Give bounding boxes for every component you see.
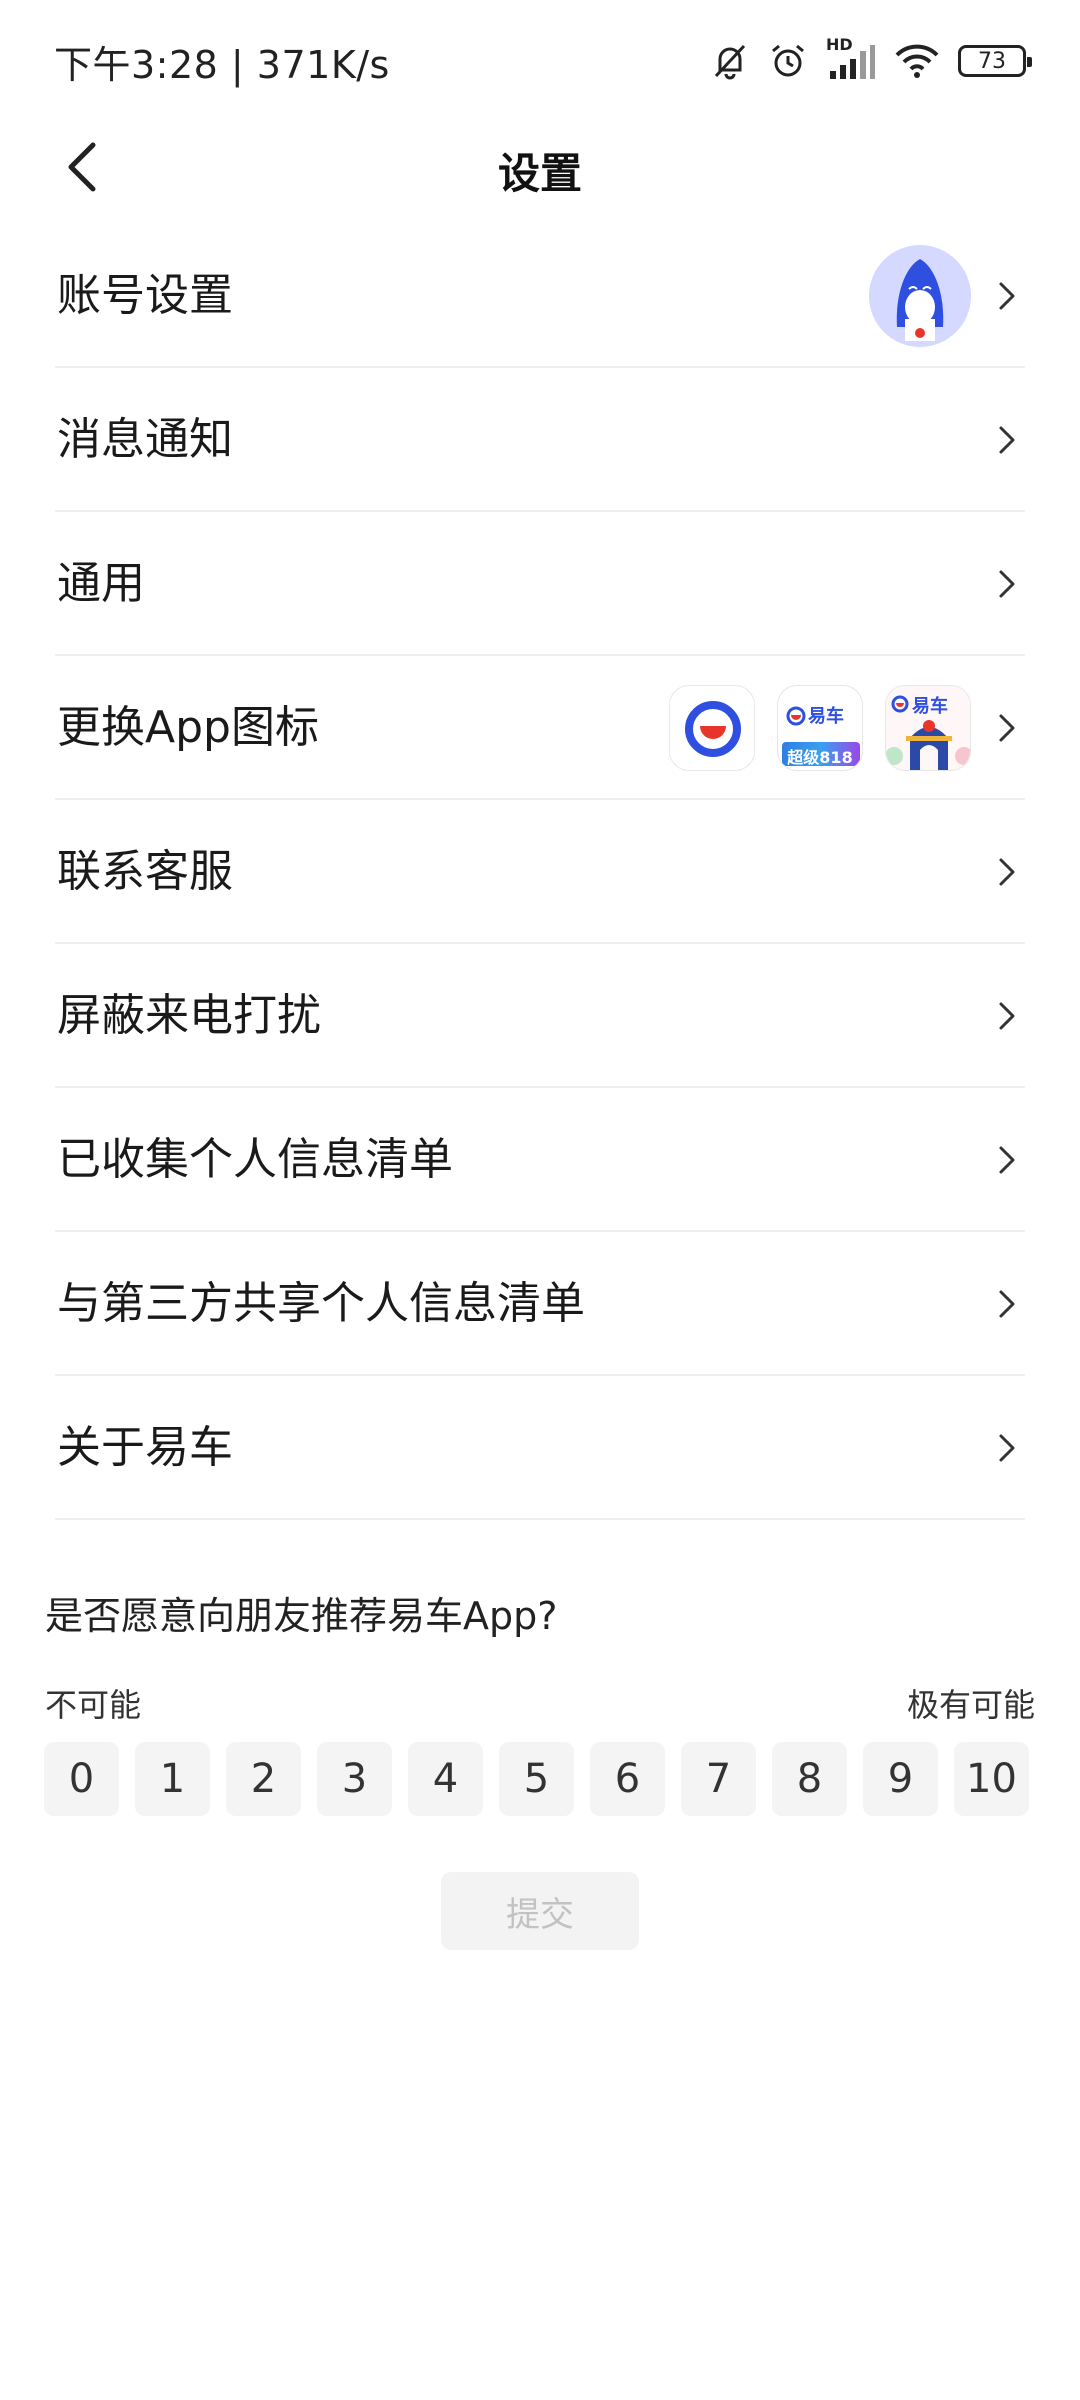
survey-question: 是否愿意向朋友推荐易车App? [45, 1594, 558, 1638]
status-icons: HD 73 [710, 35, 1032, 86]
score-button[interactable]: 2 [226, 1742, 301, 1816]
score-button[interactable]: 0 [44, 1742, 119, 1816]
app-icon-options: 易车 超级818 易车 [669, 656, 971, 800]
festival-app-icon[interactable]: 易车 [885, 685, 971, 771]
chevron-right-icon [999, 1146, 1015, 1174]
score-button[interactable]: 8 [772, 1742, 847, 1816]
chevron-right-icon [999, 282, 1015, 310]
setting-general[interactable]: 通用 [55, 512, 1025, 656]
scale-low-label: 不可能 [45, 1686, 142, 1724]
score-button[interactable]: 5 [499, 1742, 574, 1816]
score-button[interactable]: 9 [863, 1742, 938, 1816]
battery-icon: 73 [958, 45, 1032, 77]
super818-badge: 超级818 [787, 748, 853, 767]
mute-bell-icon [710, 41, 750, 81]
hd-label: HD [826, 35, 853, 54]
score-options: 0 1 2 3 4 5 6 7 8 9 10 [44, 1742, 1029, 1816]
setting-label: 屏蔽来电打扰 [57, 990, 321, 1041]
page-title: 设置 [497, 149, 582, 198]
setting-about[interactable]: 关于易车 [55, 1376, 1025, 1520]
setting-label: 消息通知 [57, 414, 233, 465]
setting-label: 与第三方共享个人信息清单 [57, 1278, 585, 1329]
avatar [869, 245, 971, 347]
settings-list: 账号设置 消息通知 通用 更换App图标 易车 超级818 易车 联系客服 屏蔽… [0, 224, 1080, 1520]
score-button[interactable]: 10 [954, 1742, 1029, 1816]
scale-high-label: 极有可能 [906, 1686, 1035, 1724]
super818-brand: 易车 [808, 706, 844, 727]
festival-brand: 易车 [912, 696, 948, 717]
status-bar: 下午3:28 | 371K/s HD 73 [0, 0, 1080, 122]
score-button[interactable]: 7 [681, 1742, 756, 1816]
hd-signal-icon: HD [826, 35, 876, 81]
setting-block-calls[interactable]: 屏蔽来电打扰 [55, 944, 1025, 1088]
status-time-speed: 下午3:28 | 371K/s [54, 43, 390, 87]
setting-customer-service[interactable]: 联系客服 [55, 800, 1025, 944]
chevron-right-icon [999, 570, 1015, 598]
setting-label: 关于易车 [57, 1422, 233, 1473]
setting-notifications[interactable]: 消息通知 [55, 368, 1025, 512]
setting-label: 更换App图标 [57, 702, 319, 753]
default-app-icon[interactable] [669, 685, 755, 771]
super818-app-icon[interactable]: 易车 超级818 [777, 685, 863, 771]
header: 设置 [0, 122, 1080, 212]
submit-button[interactable]: 提交 [441, 1872, 639, 1950]
chevron-right-icon [999, 858, 1015, 886]
chevron-right-icon [999, 714, 1015, 742]
setting-third-party-sharing-list[interactable]: 与第三方共享个人信息清单 [55, 1232, 1025, 1376]
score-button[interactable]: 4 [408, 1742, 483, 1816]
chevron-right-icon [999, 426, 1015, 454]
chevron-right-icon [999, 1290, 1015, 1318]
setting-collected-info-list[interactable]: 已收集个人信息清单 [55, 1088, 1025, 1232]
account-extra [869, 224, 971, 368]
setting-change-app-icon[interactable]: 更换App图标 易车 超级818 易车 [55, 656, 1025, 800]
chevron-right-icon [999, 1434, 1015, 1462]
setting-label: 联系客服 [57, 846, 233, 897]
setting-label: 已收集个人信息清单 [57, 1134, 453, 1185]
score-button[interactable]: 6 [590, 1742, 665, 1816]
score-button[interactable]: 3 [317, 1742, 392, 1816]
wifi-icon [894, 41, 940, 81]
setting-label: 通用 [57, 558, 145, 609]
setting-account[interactable]: 账号设置 [55, 224, 1025, 368]
setting-label: 账号设置 [57, 270, 233, 321]
score-button[interactable]: 1 [135, 1742, 210, 1816]
chevron-right-icon [999, 1002, 1015, 1030]
alarm-icon [768, 41, 808, 81]
